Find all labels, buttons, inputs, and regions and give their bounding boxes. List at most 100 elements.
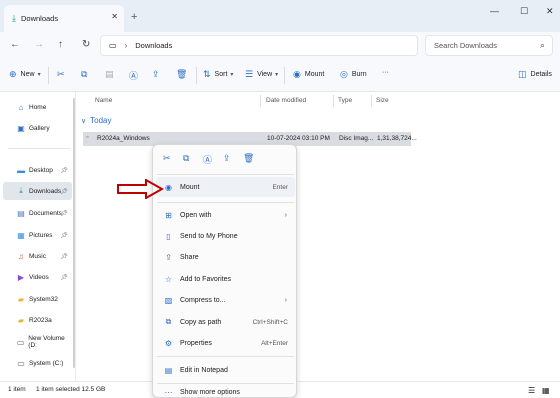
menu-item-compress[interactable]: ▧ Compress to... › bbox=[156, 290, 295, 310]
sidebar-item-label: Gallery bbox=[29, 124, 50, 132]
share-icon[interactable]: ⇪ bbox=[223, 153, 231, 164]
rename-button[interactable]: Ⓐ bbox=[129, 69, 142, 82]
menu-item-label: Edit in Notepad bbox=[180, 366, 228, 374]
view-button[interactable]: ☰ View ▾ bbox=[245, 69, 278, 80]
details-pane-icon: ◫ bbox=[518, 69, 527, 79]
downloads-icon: ⤓ bbox=[19, 186, 23, 195]
tab-close-button[interactable]: ✕ bbox=[111, 12, 118, 21]
minimize-button[interactable]: — bbox=[490, 6, 499, 16]
cut-icon[interactable]: ✂ bbox=[163, 153, 171, 164]
cut-button[interactable]: ✂ bbox=[57, 69, 69, 80]
forward-arrow-icon[interactable]: → bbox=[34, 39, 44, 50]
menu-item-send-to-phone[interactable]: ▯ Send to My Phone bbox=[156, 226, 295, 246]
sidebar-item-pictures[interactable]: ▦ Pictures 📌︎ bbox=[0, 226, 72, 244]
group-header-today[interactable]: ∨ Today bbox=[81, 116, 111, 125]
copy-button[interactable]: ⧉ bbox=[81, 69, 91, 80]
burn-button[interactable]: ◎ Burn bbox=[340, 69, 367, 80]
title-bar: ⤓ Downloads ✕ + — ☐ ✕ bbox=[0, 0, 560, 32]
documents-icon: ▤ bbox=[17, 208, 25, 218]
rename-icon[interactable]: Ⓐ bbox=[203, 153, 212, 166]
sidebar-item-new-volume[interactable]: ▭ New Volume (D: bbox=[0, 333, 72, 351]
breadcrumb[interactable]: Downloads bbox=[135, 41, 172, 50]
more-options-icon: ⋯ bbox=[164, 387, 173, 397]
sidebar-item-system32[interactable]: ▰ System32 bbox=[0, 290, 72, 308]
sidebar-item-downloads[interactable]: ⤓ Downloads 📌︎ bbox=[3, 182, 72, 200]
search-input[interactable]: Search Downloads ⌕ bbox=[425, 35, 553, 56]
paste-button[interactable]: ▤ bbox=[105, 69, 118, 80]
column-header-date[interactable]: Date modified bbox=[266, 97, 306, 104]
copy-icon[interactable]: ⧉ bbox=[183, 153, 189, 164]
new-button[interactable]: ⊕ New ▾ bbox=[9, 69, 41, 80]
column-divider[interactable] bbox=[371, 95, 372, 107]
command-bar: ⊕ New ▾ ✂ ⧉ ▤ Ⓐ ⇪ 🗑︎ ⇅ Sort ▾ ☰ View ▾ ◉… bbox=[0, 60, 560, 92]
copy-icon: ⧉ bbox=[81, 69, 88, 79]
column-header-type[interactable]: Type bbox=[338, 97, 352, 104]
address-bar[interactable]: ▭ › Downloads bbox=[100, 35, 418, 56]
file-date: 10-07-2024 03:10 PM bbox=[267, 135, 330, 142]
file-size: 1,31,38,724... bbox=[377, 135, 417, 142]
star-icon: ☆ bbox=[164, 274, 173, 284]
trash-icon[interactable]: 🗑︎ bbox=[243, 153, 254, 164]
refresh-icon[interactable]: ↻ bbox=[82, 39, 90, 50]
details-button[interactable]: ◫ Details bbox=[518, 69, 552, 80]
menu-divider bbox=[157, 202, 294, 203]
sidebar-scrollbar[interactable] bbox=[73, 98, 75, 368]
more-button[interactable]: ··· bbox=[382, 69, 389, 76]
sort-label: Sort bbox=[214, 71, 228, 78]
sidebar-item-system-c[interactable]: ▭ System (C:) bbox=[0, 354, 72, 372]
tab-downloads[interactable]: ⤓ Downloads ✕ bbox=[4, 5, 124, 32]
pin-icon: 📌︎ bbox=[60, 167, 68, 174]
pictures-icon: ▦ bbox=[17, 230, 25, 240]
chevron-right-icon: › bbox=[124, 41, 128, 50]
share-icon: ⇪ bbox=[152, 69, 160, 79]
column-header-size[interactable]: Size bbox=[376, 97, 389, 104]
menu-item-show-more[interactable]: ⋯ Show more options bbox=[156, 386, 295, 398]
mount-icon: ◉ bbox=[293, 69, 301, 79]
trash-icon: 🗑︎ bbox=[176, 69, 188, 79]
menu-item-label: Add to Favorites bbox=[180, 275, 231, 283]
cut-icon: ✂ bbox=[57, 69, 65, 79]
sidebar-item-home[interactable]: ⌂ Home bbox=[0, 98, 72, 116]
sidebar-item-desktop[interactable]: ▬ Desktop 📌︎ bbox=[0, 161, 72, 179]
menu-item-add-favorites[interactable]: ☆ Add to Favorites bbox=[156, 269, 295, 289]
file-name: R2024a_Windows bbox=[97, 135, 150, 142]
back-arrow-icon[interactable]: ← bbox=[10, 39, 20, 50]
menu-item-label: Share bbox=[180, 253, 199, 261]
menu-item-copy-as-path[interactable]: ⧉ Copy as path Ctrl+Shift+C bbox=[156, 312, 295, 332]
tiles-view-icon[interactable]: ▦ bbox=[542, 386, 550, 395]
new-tab-button[interactable]: + bbox=[131, 11, 137, 23]
menu-item-mount[interactable]: ◉ Mount Enter bbox=[156, 177, 295, 197]
pin-icon: 📌︎ bbox=[60, 232, 68, 239]
pin-icon: 📌︎ bbox=[60, 210, 68, 217]
sidebar-item-videos[interactable]: ▶ Videos 📌︎ bbox=[0, 268, 72, 286]
context-quick-actions: ✂ ⧉ Ⓐ ⇪ 🗑︎ bbox=[153, 145, 298, 173]
column-divider[interactable] bbox=[260, 95, 261, 107]
up-arrow-icon[interactable]: ↑ bbox=[58, 39, 63, 50]
menu-item-edit-notepad[interactable]: ▤ Edit in Notepad bbox=[156, 360, 295, 380]
sidebar-item-label: New Volume (D: bbox=[28, 335, 65, 349]
menu-item-label: Compress to... bbox=[180, 296, 226, 304]
column-header-name[interactable]: Name bbox=[95, 97, 112, 104]
list-view-icon[interactable]: ☰ bbox=[528, 386, 535, 395]
menu-item-share[interactable]: ⇪ Share bbox=[156, 247, 295, 267]
sidebar-item-gallery[interactable]: ▣ Gallery bbox=[0, 119, 72, 137]
sidebar-item-documents[interactable]: ▤ Documents 📌︎ bbox=[0, 204, 72, 222]
sort-button[interactable]: ⇅ Sort ▾ bbox=[203, 69, 233, 80]
menu-item-label: Open with bbox=[180, 211, 212, 219]
menu-item-open-with[interactable]: ⊞ Open with › bbox=[156, 205, 295, 225]
sidebar-item-r2023a[interactable]: ▰ R2023a bbox=[0, 311, 72, 329]
share-button[interactable]: ⇪ bbox=[152, 69, 164, 80]
sidebar-item-label: Downloads bbox=[29, 187, 62, 195]
menu-item-properties[interactable]: ⚙ Properties Alt+Enter bbox=[156, 333, 295, 353]
close-button[interactable]: ✕ bbox=[546, 6, 554, 17]
mount-button[interactable]: ◉ Mount bbox=[293, 69, 324, 80]
sidebar-item-label: Videos bbox=[29, 273, 49, 281]
notepad-icon: ▤ bbox=[164, 365, 173, 375]
copy-path-icon: ⧉ bbox=[165, 317, 172, 326]
sidebar-item-music[interactable]: ♫ Music 📌︎ bbox=[0, 247, 72, 265]
column-divider[interactable] bbox=[333, 95, 334, 107]
maximize-button[interactable]: ☐ bbox=[520, 6, 528, 17]
delete-button[interactable]: 🗑︎ bbox=[176, 69, 191, 80]
share-icon: ⇪ bbox=[165, 252, 172, 262]
menu-item-label: Show more options bbox=[180, 388, 240, 396]
